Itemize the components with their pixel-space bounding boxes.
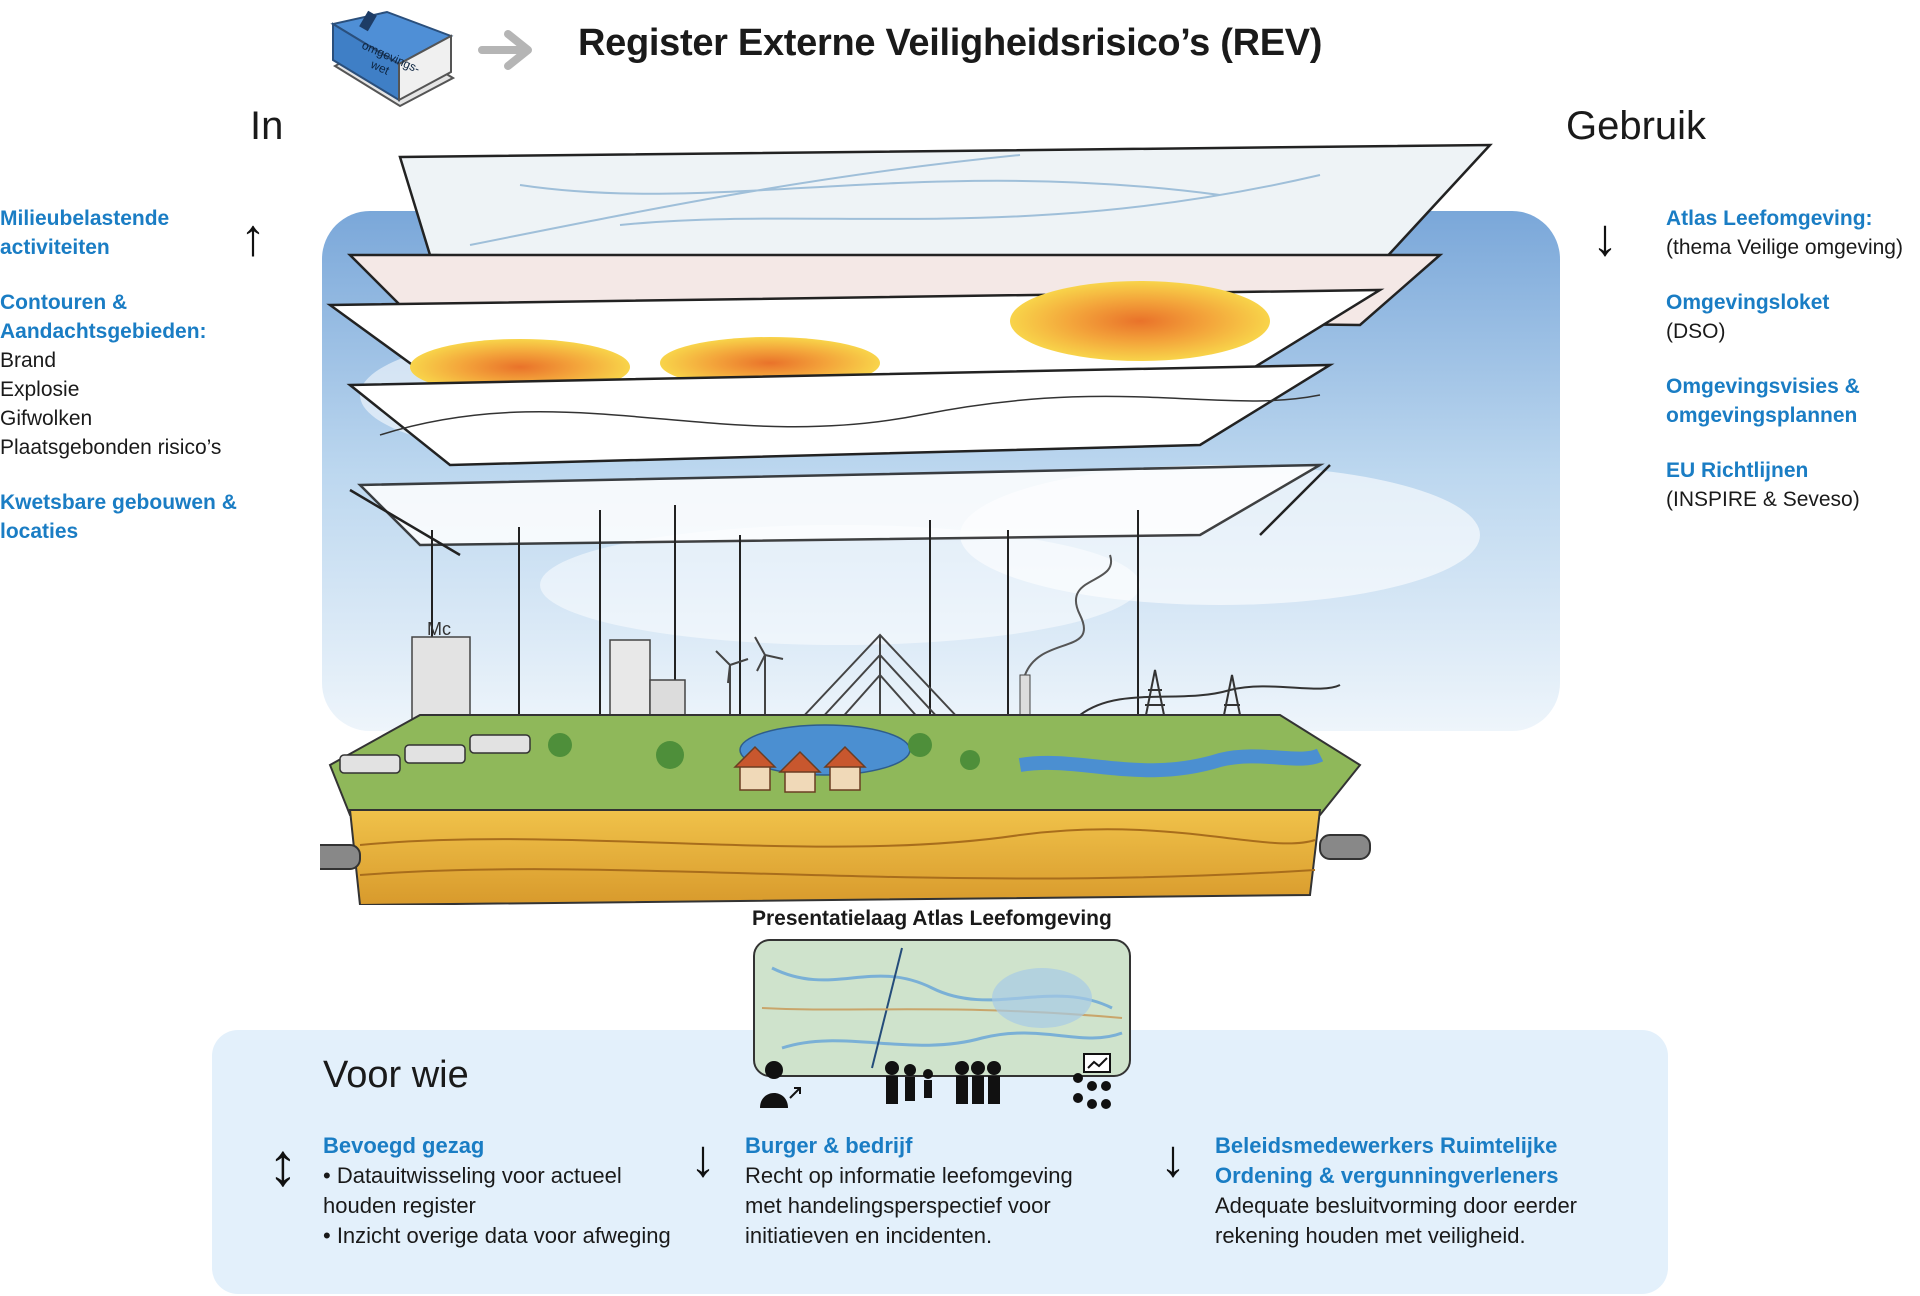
down-arrow-icon: ↓ xyxy=(690,1130,716,1188)
input-contour-item: Brand xyxy=(0,349,57,372)
usage-eu-title: EU Richtlijnen xyxy=(1666,459,1809,482)
usage-eu-sub: (INSPIRE & Seveso) xyxy=(1666,488,1860,511)
input-contour-item: Explosie xyxy=(0,378,80,401)
audience-heading: Voor wie xyxy=(323,1054,469,1096)
usage-atlas-title: Atlas Leefomgeving: xyxy=(1666,207,1873,230)
layered-landscape-illustration: Mc xyxy=(320,143,1560,905)
in-heading: In xyxy=(250,104,284,148)
usage-group-visies: Omgevingsvisies & omgevingsplannen xyxy=(1666,372,1920,430)
audience-line: Adequate besluitvorming door eerder xyxy=(1215,1193,1578,1218)
input-contours-title: Contouren & Aandachtsgebieden: xyxy=(0,291,207,343)
presentation-label: Presentatielaag Atlas Leefomgeving xyxy=(752,907,1112,930)
audience-title: Bevoegd gezag xyxy=(323,1133,485,1158)
risk-contour-blob xyxy=(1010,281,1270,361)
book-icon: omgevings-wet xyxy=(330,10,455,108)
group-icon xyxy=(955,1061,1001,1104)
input-buildings-title: Kwetsbare gebouwen & locaties xyxy=(0,491,237,543)
audience-line: initiatieven en incidenten. xyxy=(745,1223,993,1248)
page-title: Register Externe Veiligheidsrisico’s (RE… xyxy=(578,22,1323,64)
input-group-buildings: Kwetsbare gebouwen & locaties xyxy=(0,488,250,546)
building-sign: Mc xyxy=(427,619,451,639)
audience-line: met handelingsperspectief voor xyxy=(745,1193,1051,1218)
audience-line: Recht op informatie leefomgeving xyxy=(745,1163,1073,1188)
audience-line: rekening houden met veiligheid. xyxy=(1215,1223,1526,1248)
down-arrow-icon: ↓ xyxy=(1592,209,1618,267)
usage-atlas-sub: (thema Veilige omgeving) xyxy=(1666,236,1903,259)
audience-bevoegd-gezag: Bevoegd gezag • Datauitwisseling voor ac… xyxy=(323,1131,671,1251)
bidirectional-arrow-icon: ↕ xyxy=(268,1131,298,1198)
audience-line: • Inzicht overige data voor afweging xyxy=(323,1223,671,1248)
usage-group-eu: EU Richtlijnen (INSPIRE & Seveso) xyxy=(1666,456,1920,514)
audience-title: Ordening & vergunningverleners xyxy=(1215,1163,1559,1188)
audience-burger-bedrijf: Burger & bedrijf Recht op informatie lee… xyxy=(745,1131,1073,1251)
usage-visies-title: Omgevingsvisies & omgevingsplannen xyxy=(1666,375,1860,427)
usage-loket-title: Omgevingsloket xyxy=(1666,291,1830,314)
input-group-contours: Contouren & Aandachtsgebieden: Brand Exp… xyxy=(0,288,250,462)
down-arrow-icon: ↓ xyxy=(1160,1130,1186,1188)
input-contour-item: Plaatsgebonden risico’s xyxy=(0,436,222,459)
audience-beleidsmedewerkers: Beleidsmedewerkers Ruimtelijke Ordening … xyxy=(1215,1131,1577,1251)
input-list: Milieubelastende activiteiten Contouren … xyxy=(0,204,250,572)
usage-list: Atlas Leefomgeving: (thema Veilige omgev… xyxy=(1666,204,1920,540)
audience-line: houden register xyxy=(323,1193,476,1218)
audience-line: • Datauitwisseling voor actueel xyxy=(323,1163,622,1188)
usage-loket-sub: (DSO) xyxy=(1666,320,1726,343)
input-activities-title: Milieubelastende activiteiten xyxy=(0,207,170,259)
usage-group-atlas: Atlas Leefomgeving: (thema Veilige omgev… xyxy=(1666,204,1920,262)
usage-group-loket: Omgevingsloket (DSO) xyxy=(1666,288,1920,346)
gebruik-heading: Gebruik xyxy=(1566,104,1707,148)
atlas-map-preview xyxy=(753,939,1131,1109)
audience-title: Beleidsmedewerkers Ruimtelijke xyxy=(1215,1133,1558,1158)
audience-title: Burger & bedrijf xyxy=(745,1133,913,1158)
input-group-activities: Milieubelastende activiteiten xyxy=(0,204,250,262)
gray-right-arrow-icon xyxy=(478,30,532,70)
input-contour-item: Gifwolken xyxy=(0,407,93,430)
soil-layer xyxy=(348,809,1322,905)
